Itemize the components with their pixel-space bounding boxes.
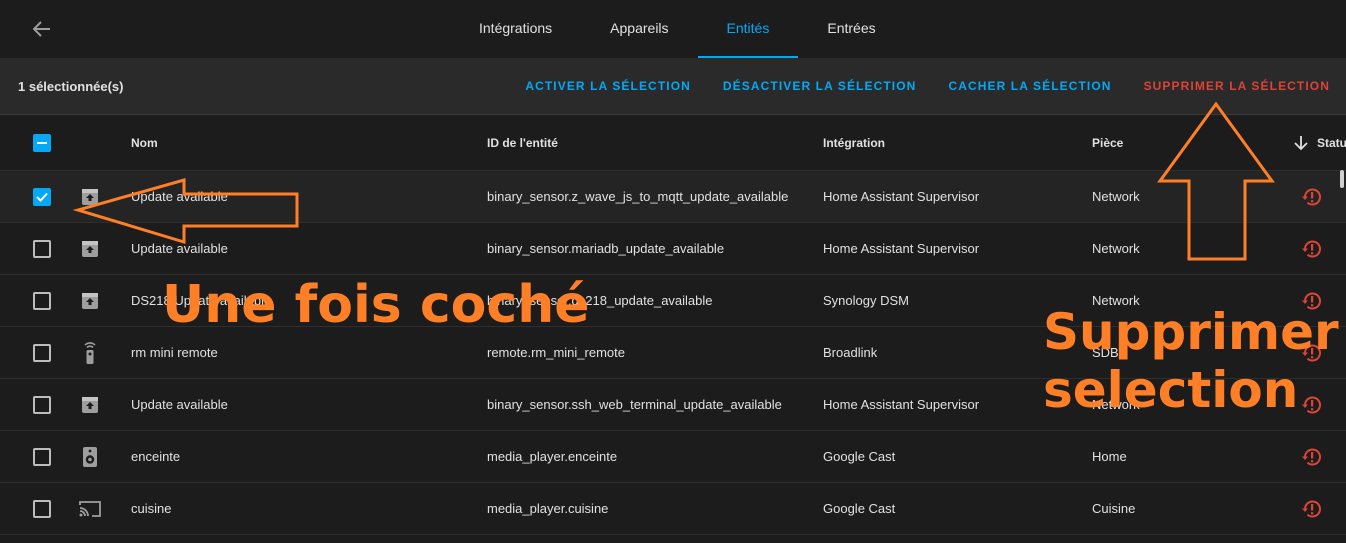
table-row[interactable]: rm mini remote remote.rm_mini_remote Broad… (0, 327, 1346, 379)
entity-room: Home (1092, 449, 1127, 464)
row-checkbox-cell (33, 327, 51, 378)
entity-name: Update available (131, 189, 228, 204)
row-checkbox-cell (33, 483, 51, 534)
entity-id: media_player.cuisine (487, 501, 609, 516)
remote-icon (78, 327, 102, 378)
update-icon (78, 275, 102, 326)
row-checkbox[interactable] (33, 343, 51, 362)
cast-icon (78, 483, 102, 534)
column-header-room[interactable]: Pièce (1092, 115, 1123, 170)
entity-name: cuisine (131, 501, 172, 516)
table-row[interactable]: enceinte media_player.enceinte Google Cast… (0, 431, 1346, 483)
arrow-down-icon (1294, 135, 1308, 150)
entity-room: Network (1092, 293, 1140, 308)
row-checkbox[interactable] (33, 291, 51, 310)
row-checkbox-cell (33, 223, 51, 274)
entity-id: binary_sensor.ssh_web_terminal_update_av… (487, 397, 782, 412)
row-checkbox-cell (33, 431, 51, 482)
column-header-status-label: Statu (1317, 135, 1346, 150)
column-header-entity-id[interactable]: ID de l'entité (487, 115, 558, 170)
entity-integration: Home Assistant Supervisor (823, 241, 980, 256)
entity-integration: Home Assistant Supervisor (823, 397, 980, 412)
tab-helpers[interactable]: Entrées (798, 0, 904, 58)
delete-selection-button[interactable]: SUPPRIMER LA SÉLECTION (1144, 79, 1330, 93)
back-arrow-icon[interactable] (30, 17, 54, 41)
table-row[interactable]: DS218 Update available binary_sensor.ds21… (0, 275, 1346, 327)
table-row[interactable]: cuisine media_player.cuisine Google Cast Cu… (0, 483, 1346, 535)
update-icon (78, 223, 102, 274)
row-checkbox[interactable] (33, 499, 51, 518)
entity-name: Update available (131, 241, 228, 256)
selection-actions: ACTIVER LA SÉLECTION DÉSACTIVER LA SÉLEC… (525, 58, 1330, 114)
tab-devices[interactable]: Appareils (581, 0, 697, 58)
entity-id: binary_sensor.z_wave_js_to_mqtt_update_a… (487, 189, 789, 204)
table-row[interactable]: Update available binary_sensor.z_wave_js_… (0, 171, 1346, 223)
entities-table: Nom ID de l'entité Intégration Pièce Sta… (0, 115, 1346, 535)
entity-id: binary_sensor.ds218_update_available (487, 293, 713, 308)
table-body: Update available binary_sensor.z_wave_js_… (0, 171, 1346, 535)
tab-bar: Intégrations Appareils Entités Entrées (450, 0, 905, 58)
entity-name: Update available (131, 397, 228, 412)
restore-alert-icon[interactable] (1300, 431, 1324, 482)
tab-entities[interactable]: Entités (697, 0, 799, 58)
disable-selection-button[interactable]: DÉSACTIVER LA SÉLECTION (723, 79, 917, 93)
entity-id: media_player.enceinte (487, 449, 618, 464)
row-checkbox-cell (33, 171, 51, 222)
selection-bar: 1 sélectionnée(s) ACTIVER LA SÉLECTION D… (0, 58, 1346, 115)
column-header-integration[interactable]: Intégration (823, 115, 885, 170)
table-scrollbar[interactable] (1340, 170, 1344, 188)
restore-alert-icon[interactable] (1300, 483, 1324, 534)
restore-alert-icon[interactable] (1300, 223, 1324, 274)
entity-integration: Home Assistant Supervisor (823, 189, 980, 204)
entity-name: rm mini remote (131, 345, 218, 360)
entity-room: SDB (1092, 345, 1119, 360)
table-header: Nom ID de l'entité Intégration Pièce Sta… (0, 115, 1346, 171)
restore-alert-icon[interactable] (1300, 275, 1324, 326)
table-row[interactable]: Update available binary_sensor.ssh_web_te… (0, 379, 1346, 431)
enable-selection-button[interactable]: ACTIVER LA SÉLECTION (525, 79, 691, 93)
speaker-icon (78, 431, 102, 482)
row-checkbox[interactable] (33, 447, 51, 466)
entity-room: Network (1092, 397, 1140, 412)
select-all-cell (33, 115, 51, 170)
entity-room: Network (1092, 241, 1140, 256)
row-checkbox[interactable] (33, 239, 51, 258)
entity-integration: Google Cast (823, 501, 896, 516)
entity-room: Cuisine (1092, 501, 1136, 516)
entity-integration: Broadlink (823, 345, 878, 360)
entity-room: Network (1092, 189, 1140, 204)
entity-integration: Google Cast (823, 449, 896, 464)
checkmark-icon (36, 192, 48, 202)
selection-count: 1 sélectionnée(s) (18, 78, 124, 94)
hide-selection-button[interactable]: CACHER LA SÉLECTION (948, 79, 1111, 93)
entity-id: binary_sensor.mariadb_update_available (487, 241, 725, 256)
restore-alert-icon[interactable] (1300, 171, 1324, 222)
tab-integrations[interactable]: Intégrations (450, 0, 581, 58)
indeterminate-icon (37, 141, 47, 144)
select-all-checkbox[interactable] (33, 133, 51, 152)
column-header-name[interactable]: Nom (131, 115, 158, 170)
entity-integration: Synology DSM (823, 293, 909, 308)
row-checkbox[interactable] (33, 395, 51, 414)
entity-id: remote.rm_mini_remote (487, 345, 625, 360)
table-row[interactable]: Update available binary_sensor.mariadb_up… (0, 223, 1346, 275)
entity-name: enceinte (131, 449, 181, 464)
row-checkbox-cell (33, 379, 51, 430)
row-checkbox-cell (33, 275, 51, 326)
row-checkbox[interactable] (33, 187, 51, 206)
column-header-status[interactable]: Statu (1293, 115, 1346, 170)
update-icon (78, 171, 102, 222)
restore-alert-icon[interactable] (1300, 379, 1324, 430)
update-icon (78, 379, 102, 430)
top-app-bar: Intégrations Appareils Entités Entrées (0, 0, 1346, 59)
entity-name: DS218 Update available (131, 293, 272, 308)
restore-alert-icon[interactable] (1300, 327, 1324, 378)
